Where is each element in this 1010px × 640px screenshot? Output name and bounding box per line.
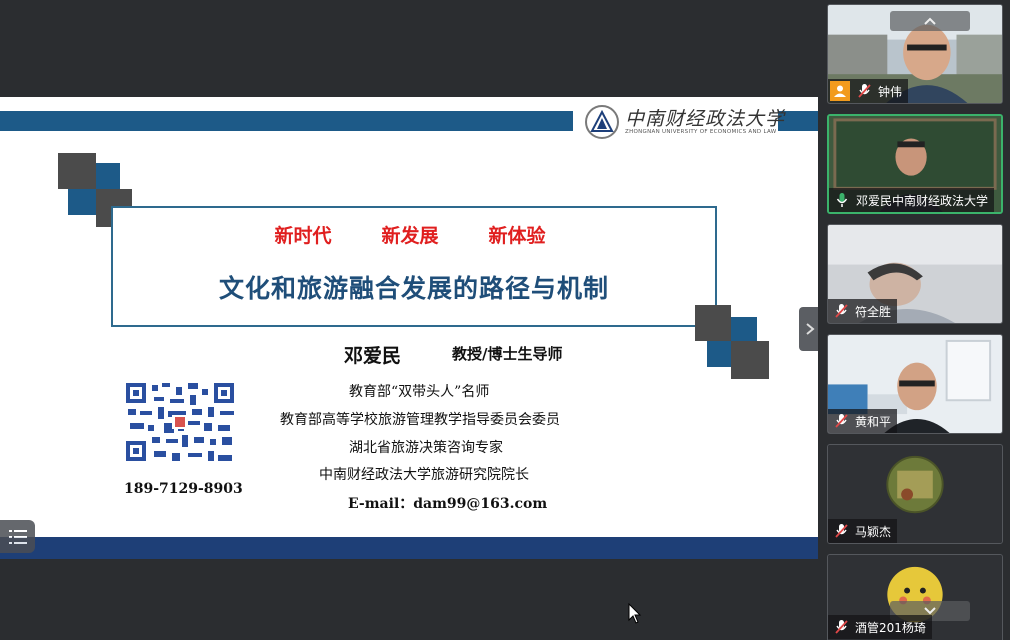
participant-name: 马颖杰 <box>855 524 892 539</box>
deco-square <box>96 163 120 189</box>
participant-label: 邓爱民中南财经政法大学 <box>829 188 995 212</box>
deco-square <box>731 317 757 341</box>
participant-label: 酒管201杨琦 <box>828 615 932 639</box>
menu-list-icon[interactable] <box>0 520 35 553</box>
credential-email: E-mail：dam99@163.com <box>348 496 548 512</box>
deco-square <box>58 153 96 189</box>
microphone-icon[interactable] <box>854 81 874 101</box>
subtitle-3: 新体验 <box>488 225 546 247</box>
participant-label: 符全胜 <box>828 299 898 323</box>
participant-tile[interactable]: 黄和平 <box>827 334 1003 434</box>
participant-label: 马颖杰 <box>828 519 898 543</box>
deco-square <box>695 305 731 341</box>
deco-square <box>707 341 733 367</box>
subtitle-2: 新发展 <box>381 225 439 247</box>
chevron-right-icon <box>806 323 815 335</box>
mouse-cursor-icon <box>628 603 642 624</box>
participant-label: 钟伟 <box>828 79 909 103</box>
credential-3: 湖北省旅游决策咨询专家 <box>349 440 503 456</box>
microphone-icon[interactable] <box>831 301 851 321</box>
participant-name: 符全胜 <box>855 304 892 319</box>
logo-english-text: ZHONGNAN UNIVERSITY OF ECONOMICS AND LAW <box>625 129 777 135</box>
subtitle-row: 新时代 新发展 新体验 <box>160 221 660 248</box>
credential-2: 教育部高等学校旅游管理教学指导委员会委员 <box>280 412 560 428</box>
deco-square <box>731 341 769 379</box>
chevron-down-icon <box>924 607 936 615</box>
logo-chinese-text: 中南财经政法大学 <box>625 108 786 130</box>
shared-screen-area: 中南财经政法大学 ZHONGNAN UNIVERSITY OF ECONOMIC… <box>0 0 821 640</box>
subtitle-1: 新时代 <box>274 225 332 247</box>
microphone-icon[interactable] <box>831 617 851 637</box>
scroll-up-button[interactable] <box>890 11 970 31</box>
presenter-role: 教授/博士生导师 <box>452 345 563 363</box>
wechat-qr-code <box>122 379 238 465</box>
deco-square <box>68 189 96 215</box>
presenter-name: 邓爱民 <box>344 345 402 367</box>
microphone-icon[interactable] <box>831 411 851 431</box>
participant-tile[interactable]: 马颖杰 <box>827 444 1003 544</box>
participant-name: 酒管201杨琦 <box>855 620 926 635</box>
chevron-up-icon <box>924 17 936 25</box>
participant-tile[interactable]: 酒管201杨琦 <box>827 554 1003 640</box>
phone-number: 189-7129-8903 <box>124 481 243 497</box>
host-person-icon <box>830 81 850 101</box>
presentation-slide: 中南财经政法大学 ZHONGNAN UNIVERSITY OF ECONOMIC… <box>0 97 818 559</box>
participant-tile-active-speaker[interactable]: 邓爱民中南财经政法大学 <box>827 114 1003 214</box>
participant-tile[interactable]: 符全胜 <box>827 224 1003 324</box>
credential-1: 教育部“双带头人”名师 <box>349 384 490 400</box>
microphone-icon[interactable] <box>831 521 851 541</box>
header-bar-left <box>0 111 573 131</box>
microphone-icon[interactable] <box>832 190 852 210</box>
university-seal-icon <box>585 105 619 139</box>
participant-panel: 钟伟 邓爱民中南财经政法大学 符全胜 黄和平 马颖杰 酒管201杨琦 <box>818 0 1010 640</box>
participant-tile[interactable]: 钟伟 <box>827 4 1003 104</box>
university-logo: 中南财经政法大学 ZHONGNAN UNIVERSITY OF ECONOMIC… <box>585 105 785 139</box>
participant-name: 邓爱民中南财经政法大学 <box>856 193 989 208</box>
participant-name: 黄和平 <box>855 414 892 429</box>
footer-bar <box>0 537 818 559</box>
credential-4: 中南财经政法大学旅游研究院院长 <box>319 467 529 483</box>
participant-name: 钟伟 <box>878 84 903 99</box>
slide-title: 文化和旅游融合发展的路径与机制 <box>218 274 609 303</box>
participant-label: 黄和平 <box>828 409 898 433</box>
